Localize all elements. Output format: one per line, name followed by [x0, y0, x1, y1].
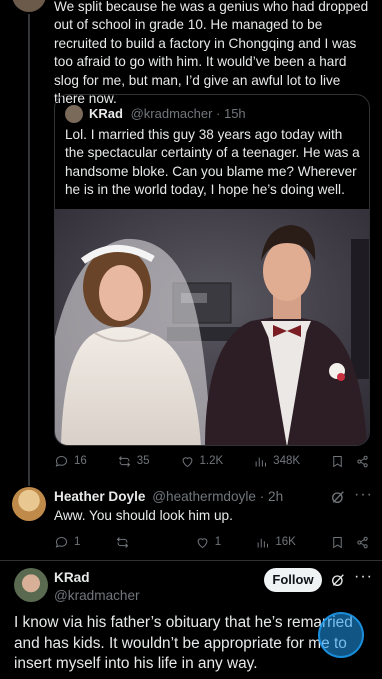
main-more-icon[interactable]: ···: [354, 568, 373, 586]
reply-reply-count: 1: [74, 536, 81, 548]
reply-views-button[interactable]: 16K: [255, 535, 296, 550]
follow-button[interactable]: Follow: [264, 568, 322, 592]
reply-count: 16: [74, 455, 87, 467]
reply-button[interactable]: 16: [54, 454, 87, 469]
views-count: 348K: [273, 455, 301, 467]
repost-icon: [116, 536, 128, 548]
reply-more-icon[interactable]: ···: [354, 486, 373, 504]
main-author-name[interactable]: KRad: [54, 570, 90, 585]
main-grok-icon[interactable]: [330, 572, 346, 588]
reply-views-count: 16K: [275, 536, 296, 548]
reply-like-button[interactable]: 1: [195, 535, 221, 550]
reply-like-count: 1: [214, 536, 222, 548]
reply-text: Aww. You should look him up.: [54, 508, 233, 523]
quoted-text: Lol. I married this guy 38 years ago tod…: [65, 127, 360, 198]
avatar[interactable]: [12, 0, 46, 12]
wedding-photo[interactable]: [55, 209, 369, 445]
reply-icon: [55, 455, 68, 467]
reply-reply-button[interactable]: 1: [54, 535, 80, 550]
views-button[interactable]: 348K: [253, 454, 300, 469]
divider: [0, 560, 382, 561]
reply-author-handle[interactable]: @heathermdoyle · 2h: [152, 489, 283, 504]
quoted-post[interactable]: KRad @kradmacher · 15h Lol. I married th…: [54, 94, 370, 446]
thread-line: [28, 14, 30, 486]
reply-icon: [55, 536, 68, 548]
reply-avatar[interactable]: [12, 487, 46, 521]
bookmark-icon[interactable]: [330, 454, 345, 469]
like-icon: [197, 537, 208, 548]
like-count: 1.2K: [199, 455, 224, 467]
reply-repost-button[interactable]: [115, 535, 135, 550]
share-icon[interactable]: [355, 535, 370, 550]
reply-actions: 1 1 16K: [54, 533, 370, 551]
main-author-handle[interactable]: @kradmacher: [54, 588, 140, 603]
top-post-actions: 16 35 1.2K 348K: [54, 452, 370, 470]
like-icon: [182, 456, 192, 467]
views-icon: [257, 538, 269, 547]
reply-grok-icon[interactable]: [330, 489, 346, 505]
post-text: We split because he was a genius who had…: [54, 0, 369, 107]
reply-author-name[interactable]: Heather Doyle: [54, 489, 145, 504]
post-tools: [330, 454, 370, 469]
quoted-name: KRad: [89, 106, 123, 121]
repost-button[interactable]: 35: [117, 454, 150, 469]
like-button[interactable]: 1.2K: [180, 454, 224, 469]
main-avatar[interactable]: [14, 568, 48, 602]
quoted-handle: @kradmacher · 15h: [130, 106, 246, 121]
wedding-photo-image: [55, 209, 369, 445]
views-icon: [255, 457, 267, 466]
repost-icon: [118, 455, 130, 467]
main-post-text: I know via his father’s obituary that he…: [14, 614, 353, 672]
reply-tools: [330, 535, 370, 550]
share-icon[interactable]: [355, 454, 370, 469]
bookmark-icon[interactable]: [330, 535, 345, 550]
repost-count: 35: [136, 455, 150, 467]
quoted-avatar: [65, 105, 83, 123]
compose-button[interactable]: [318, 612, 364, 658]
